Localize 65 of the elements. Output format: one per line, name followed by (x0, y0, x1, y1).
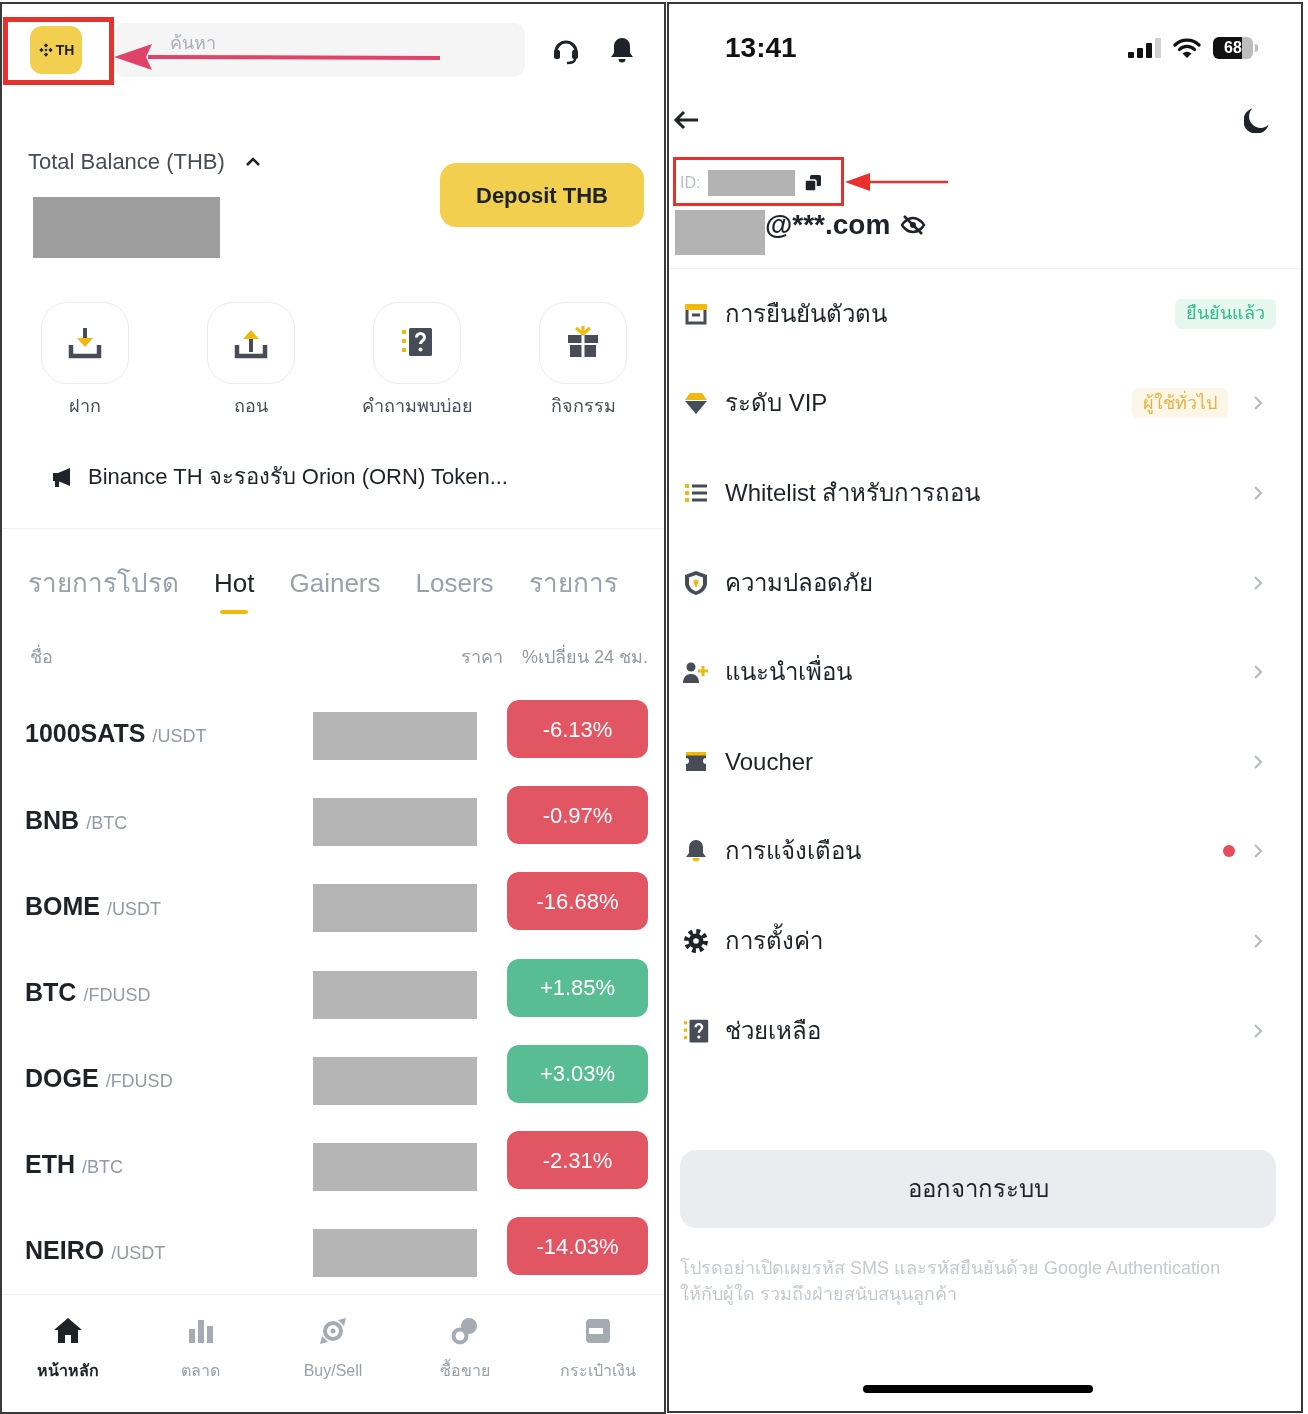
eye-slash-icon[interactable] (900, 214, 927, 236)
id-label: ID: (680, 173, 701, 193)
deposit-button[interactable]: Deposit THB (440, 163, 644, 227)
status-tag: ยืนยันแล้ว (1175, 298, 1276, 329)
logout-button[interactable]: ออกจากระบบ (680, 1150, 1276, 1229)
email-text: @***.com (765, 210, 891, 240)
search-field[interactable]: ค้นหา (113, 23, 525, 77)
price-change-tag: +1.85% (507, 958, 648, 1017)
price-change-tag: -6.13% (507, 700, 648, 759)
quick-action-button[interactable]: คำถามพบบ่อย (361, 302, 473, 418)
pair-symbol: ETH (25, 1149, 75, 1181)
price-change-tag: -0.97% (507, 786, 648, 845)
pair-symbol: BTC (25, 976, 77, 1008)
pair-symbol: BOME (25, 890, 100, 922)
pair-symbol: DOGE (25, 1063, 99, 1095)
menu-item[interactable]: แนะนำเพื่อน (725, 654, 852, 691)
caret-up-icon[interactable] (244, 157, 261, 167)
menu-item[interactable]: การยืนยันตัวตน (725, 295, 887, 332)
quote-currency: /FDUSD (83, 983, 151, 1007)
region-logo-button[interactable]: TH (30, 26, 82, 74)
market-tab[interactable]: Hot (214, 566, 255, 614)
price-change-tag: -16.68% (507, 872, 648, 931)
status-time: 13:41 (725, 31, 797, 65)
diamond-logo-icon (37, 42, 54, 58)
quote-currency: /BTC (86, 811, 128, 835)
menu-item[interactable]: การแจ้งเตือน (725, 833, 861, 870)
quote-currency: /USDT (152, 725, 207, 749)
download-tray-icon (41, 302, 129, 384)
menu-item[interactable]: Whitelist สำหรับการถอน (725, 475, 981, 511)
back-arrow-icon[interactable] (673, 109, 699, 131)
pair-symbol: NEIRO (25, 1235, 105, 1267)
pair-symbol: BNB (25, 804, 80, 836)
quote-currency: /USDT (107, 897, 161, 921)
status-tag: ผู้ใช้ทั่วไป (1132, 388, 1228, 419)
nav-tab[interactable]: หน้าหลัก (37, 1315, 100, 1382)
quick-action-button[interactable]: ฝาก (41, 302, 129, 418)
menu-item[interactable]: ช่วยเหลือ (725, 1012, 821, 1049)
question-list-icon (683, 1017, 709, 1044)
gift-icon (539, 302, 627, 384)
price-change-tag: +3.03% (507, 1044, 648, 1103)
quote-currency: /USDT (111, 1242, 166, 1266)
quick-action-button[interactable]: กิจกรรม (539, 302, 627, 418)
quote-currency: /FDUSD (105, 1070, 173, 1094)
quote-currency: /BTC (82, 1156, 123, 1180)
quick-action-button[interactable]: ถอน (207, 302, 295, 418)
menu-item[interactable]: Voucher (725, 743, 814, 780)
menu-item[interactable]: การตั้งค่า (725, 922, 823, 959)
battery-indicator: 68 (1213, 37, 1258, 59)
balance-label: Total Balance (THB) (28, 148, 225, 176)
column-header: ชื่อ (30, 645, 53, 669)
pair-symbol: 1000SATS (25, 718, 146, 750)
upload-tray-icon (207, 302, 295, 384)
shield-icon (683, 569, 709, 596)
price-change-tag: -14.03% (507, 1217, 648, 1276)
price-change-tag: -2.31% (507, 1131, 648, 1190)
question-list-icon (373, 302, 461, 384)
menu-item[interactable]: ระดับ VIP (725, 385, 828, 422)
moon-icon[interactable] (1244, 107, 1270, 133)
announcement-link[interactable]: Binance TH จะรองรับ Orion (ORN) Token... (88, 462, 508, 492)
settings-icon (683, 927, 709, 954)
security-notice: โปรดอย่าเปิดเผยรหัส SMS และรหัสยืนยันด้วย Google Authentication ให้กับผู้ใด รวมถึงฝ่ายสนับสนุนลูกค้า (680, 1256, 1222, 1307)
copy-icon[interactable] (804, 174, 823, 192)
menu-item[interactable]: ความปลอดภัย (725, 564, 873, 601)
wifi-icon (1173, 37, 1201, 59)
signal-icon (1128, 38, 1161, 58)
